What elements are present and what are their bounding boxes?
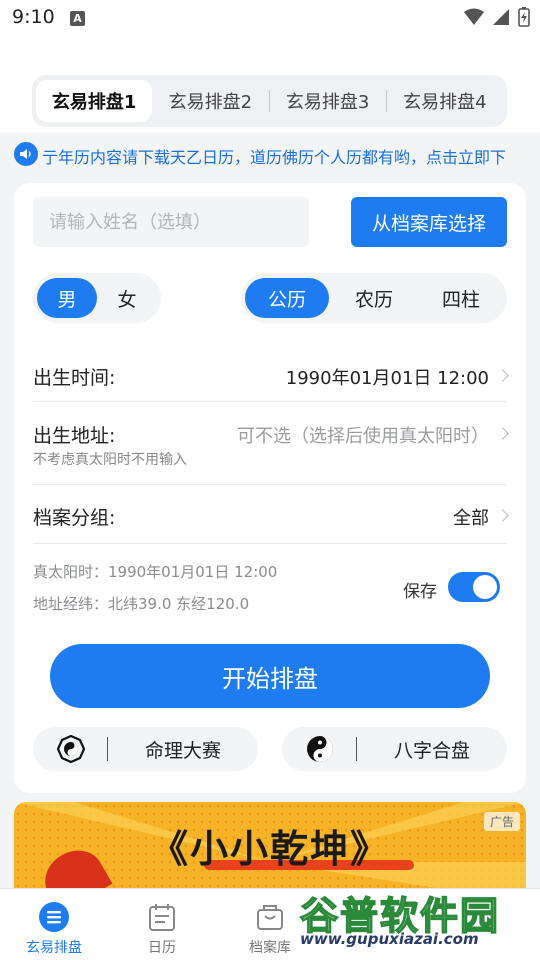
tab-label: 玄易排盘1: [51, 92, 137, 113]
calendar-type-selector: 公历 农历 四柱: [241, 273, 507, 323]
toggle-knob: [473, 575, 497, 599]
gender-selector: 男 女: [33, 273, 161, 323]
watermark-url: www.gupuxiazai.com: [300, 930, 479, 948]
nav-item-calendar[interactable]: 日历: [108, 889, 216, 960]
group-value: 全部: [453, 508, 489, 529]
site-watermark: 谷普软件园 www.gupuxiazai.com: [299, 885, 540, 960]
notice-text: 亍年历内容请下载天乙日历，道历佛历个人历都有哟，点击立即下: [42, 148, 507, 167]
gender-male-option[interactable]: 男: [37, 278, 97, 318]
tab-xuanyi-3[interactable]: 玄易排盘3: [270, 80, 386, 122]
name-input[interactable]: [33, 197, 309, 247]
birth-place-value: 可不选（选择后使用真太阳时）: [237, 426, 489, 447]
birth-time-label: 出生时间:: [33, 367, 116, 389]
calendar-lunar-option[interactable]: 农历: [329, 278, 419, 318]
status-bar: 9:10 A: [0, 0, 540, 38]
status-icons: [464, 7, 530, 27]
tab-xuanyi-2[interactable]: 玄易排盘2: [152, 80, 268, 122]
battery-icon: [518, 7, 530, 27]
chevron-right-icon: [496, 509, 509, 522]
birth-place-row[interactable]: 出生地址: 可不选（选择后使用真太阳时） 不考虑真太阳时不用输入: [33, 419, 509, 471]
ad-title: 《小小乾坤》: [149, 827, 390, 871]
archive-select-button[interactable]: 从档案库选择: [351, 197, 507, 247]
tab-label: 玄易排盘2: [168, 92, 253, 113]
bazi-match-label: 八字合盘: [393, 739, 470, 762]
speaker-icon: [14, 142, 38, 166]
save-toggle[interactable]: [448, 572, 500, 602]
calendar-pillars-option[interactable]: 四柱: [419, 278, 503, 318]
chart-form-card: 从档案库选择 男 女 公历 农历 四柱 出生时间: 1990年01月01日 12…: [14, 183, 526, 793]
birth-place-label: 出生地址:: [33, 425, 116, 447]
destiny-contest-label: 命理大赛: [144, 739, 221, 762]
true-solar-time: 真太阳时：1990年01月01日 12:00: [33, 563, 278, 581]
nav-label: 日历: [148, 940, 176, 956]
yin-yang-icon: [307, 736, 333, 762]
bagua-icon: [57, 735, 85, 763]
signal-icon: [493, 9, 509, 25]
tab-bar: 玄易排盘1 玄易排盘2 玄易排盘3 玄易排盘4: [32, 75, 507, 127]
chevron-right-icon: [496, 369, 509, 382]
divider: [33, 484, 507, 485]
accessibility-indicator-icon: A: [70, 11, 85, 26]
birth-time-row[interactable]: 出生时间: 1990年01月01日 12:00: [33, 361, 509, 391]
save-label: 保存: [403, 582, 437, 602]
group-label: 档案分组:: [33, 507, 116, 529]
destiny-contest-button[interactable]: 命理大赛: [33, 727, 258, 771]
gender-female-option[interactable]: 女: [97, 278, 157, 318]
divider: [33, 543, 507, 544]
wifi-icon: [464, 8, 484, 25]
tab-label: 玄易排盘4: [403, 92, 487, 113]
coordinates: 地址经纬：北纬39.0 东经120.0: [33, 595, 250, 613]
chart-icon: [39, 902, 69, 932]
status-time: 9:10: [12, 6, 55, 28]
header: 玄易排盘1 玄易排盘2 玄易排盘3 玄易排盘4: [0, 38, 540, 133]
start-chart-button[interactable]: 开始排盘: [50, 644, 490, 708]
nav-item-xuanyi-chart[interactable]: 玄易排盘: [0, 889, 108, 960]
ad-tag: 广告: [483, 812, 520, 831]
birth-place-hint: 不考虑真太阳时不用输入: [33, 452, 187, 468]
bazi-match-button[interactable]: 八字合盘: [282, 727, 507, 771]
tab-xuanyi-4[interactable]: 玄易排盘4: [387, 80, 503, 122]
archive-icon: [257, 905, 283, 930]
calendar-icon: [149, 904, 175, 931]
divider: [33, 401, 507, 402]
chevron-right-icon: [496, 427, 509, 440]
tab-label: 玄易排盘3: [285, 92, 370, 113]
calendar-solar-option[interactable]: 公历: [245, 278, 329, 318]
tab-xuanyi-1[interactable]: 玄易排盘1: [36, 80, 153, 122]
notice-bar[interactable]: 亍年历内容请下载天乙日历，道历佛历个人历都有哟，点击立即下: [0, 133, 540, 175]
nav-label: 玄易排盘: [26, 940, 82, 956]
birth-time-value: 1990年01月01日 12:00: [285, 368, 489, 389]
group-row[interactable]: 档案分组: 全部: [33, 501, 509, 531]
